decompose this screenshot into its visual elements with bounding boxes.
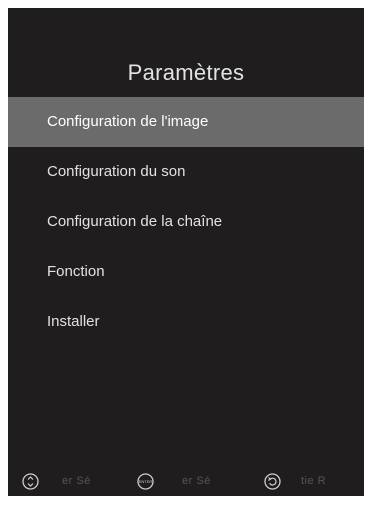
menu-item-sound-setup[interactable]: Configuration du son (8, 147, 364, 197)
enter-button-icon: ENTER (137, 473, 154, 490)
menu-item-channel-setup[interactable]: Configuration de la chaîne (8, 197, 364, 247)
select-hint: er Sé (182, 475, 211, 487)
return-hint: tie R (301, 475, 327, 487)
menu-item-label: Installer (47, 313, 100, 330)
menu-item-function[interactable]: Fonction (8, 247, 364, 297)
menu-item-label: Fonction (47, 263, 105, 280)
return-icon (264, 473, 281, 490)
settings-menu: Configuration de l'image Configuration d… (8, 97, 364, 347)
up-down-arrows-icon (22, 473, 39, 490)
svg-text:ENTER: ENTER (139, 479, 153, 484)
navigate-hint: er Sé (62, 475, 91, 487)
menu-item-label: Configuration de la chaîne (47, 213, 223, 230)
menu-item-label: Configuration de l'image (47, 113, 209, 130)
page-title: Paramètres (127, 60, 245, 85)
button-hint-bar: er Sé ENTER er Sé tie R (8, 473, 364, 496)
menu-item-label: Configuration du son (47, 163, 186, 180)
tv-settings-screen: Paramètres Configuration de l'image Conf… (8, 8, 364, 496)
menu-item-install[interactable]: Installer (8, 297, 364, 347)
menu-item-image-setup[interactable]: Configuration de l'image (8, 97, 364, 147)
